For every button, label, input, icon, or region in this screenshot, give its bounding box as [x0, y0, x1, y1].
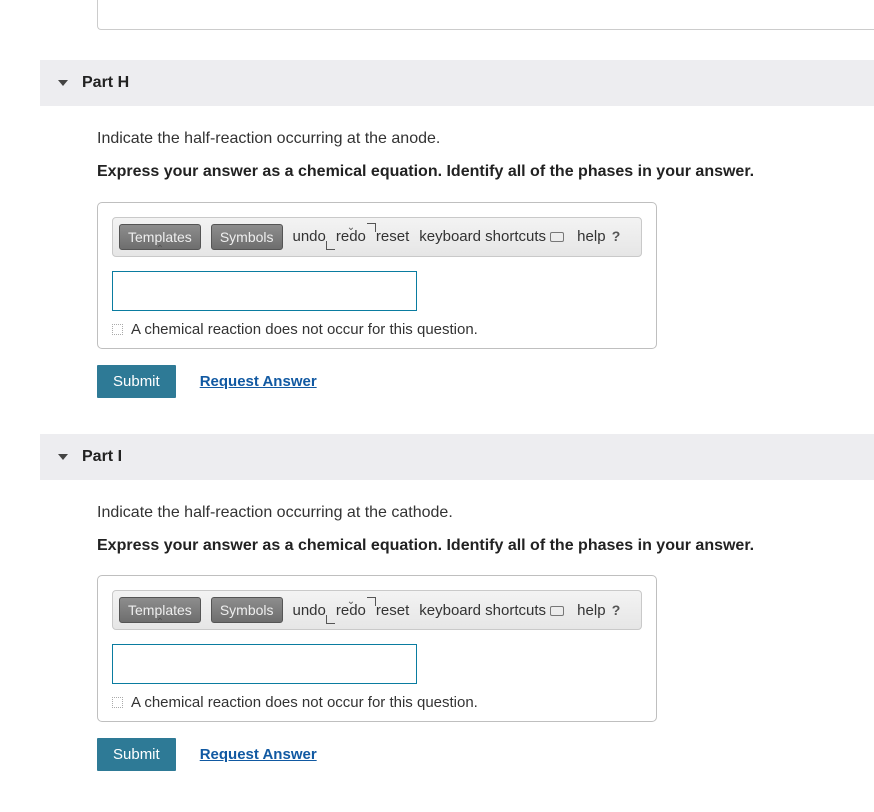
equation-input-h[interactable]: [112, 271, 417, 311]
equation-input-i[interactable]: [112, 644, 417, 684]
part-h-instruction: Express your answer as a chemical equati…: [97, 160, 874, 183]
part-h-prompt: Indicate the half-reaction occurring at …: [97, 128, 874, 150]
submit-button-h[interactable]: Submit: [97, 365, 176, 398]
keyboard-icon: [550, 232, 564, 242]
no-reaction-label: A chemical reaction does not occur for t…: [131, 694, 478, 711]
equation-toolbar: Templates ⌃ Symbols undo ⌄ redo reset ke…: [112, 590, 642, 630]
request-answer-link-h[interactable]: Request Answer: [200, 373, 317, 390]
caret-up-icon: ⌃: [156, 618, 164, 628]
answer-panel-h: Templates ⌃ Symbols undo ⌄ redo reset ke…: [97, 202, 657, 349]
submit-button-i[interactable]: Submit: [97, 738, 176, 771]
undo-button[interactable]: undo: [293, 228, 326, 245]
equation-toolbar: Templates ⌃ Symbols undo ⌄ redo reset ke…: [112, 217, 642, 257]
request-answer-link-i[interactable]: Request Answer: [200, 746, 317, 763]
no-reaction-checkbox-i[interactable]: [112, 697, 123, 708]
caret-down-icon: ⌄: [347, 597, 355, 607]
part-i-body: Indicate the half-reaction occurring at …: [40, 502, 874, 772]
redo-button[interactable]: ⌄ redo: [336, 602, 366, 619]
part-i-instruction: Express your answer as a chemical equati…: [97, 534, 874, 557]
caret-down-icon: ⌄: [347, 223, 355, 233]
collapse-icon: [58, 454, 68, 460]
no-reaction-checkbox-h[interactable]: [112, 324, 123, 335]
help-button[interactable]: help ?: [577, 602, 620, 619]
symbols-button[interactable]: Symbols: [211, 224, 283, 250]
help-button[interactable]: help ?: [577, 228, 620, 245]
help-icon: ?: [612, 602, 621, 618]
part-h-title: Part H: [82, 74, 129, 92]
part-i-prompt: Indicate the half-reaction occurring at …: [97, 502, 874, 524]
templates-button[interactable]: Templates ⌃: [119, 224, 201, 250]
part-i-header[interactable]: Part I: [40, 434, 874, 480]
caret-up-icon: ⌃: [156, 245, 164, 255]
part-h-header[interactable]: Part H: [40, 60, 874, 106]
part-h-body: Indicate the half-reaction occurring at …: [40, 128, 874, 398]
part-i-title: Part I: [82, 448, 122, 466]
redo-button[interactable]: ⌄ redo: [336, 228, 366, 245]
templates-button[interactable]: Templates ⌃: [119, 597, 201, 623]
keyboard-shortcuts-button[interactable]: keyboard shortcuts: [419, 602, 567, 619]
reset-button[interactable]: reset: [376, 228, 409, 245]
no-reaction-label: A chemical reaction does not occur for t…: [131, 321, 478, 338]
answer-panel-i: Templates ⌃ Symbols undo ⌄ redo reset ke…: [97, 575, 657, 722]
keyboard-icon: [550, 606, 564, 616]
symbols-button[interactable]: Symbols: [211, 597, 283, 623]
collapse-icon: [58, 80, 68, 86]
reset-button[interactable]: reset: [376, 602, 409, 619]
help-icon: ?: [612, 228, 621, 244]
undo-button[interactable]: undo: [293, 602, 326, 619]
previous-part-box-fragment: [97, 0, 874, 30]
keyboard-shortcuts-button[interactable]: keyboard shortcuts: [419, 228, 567, 245]
